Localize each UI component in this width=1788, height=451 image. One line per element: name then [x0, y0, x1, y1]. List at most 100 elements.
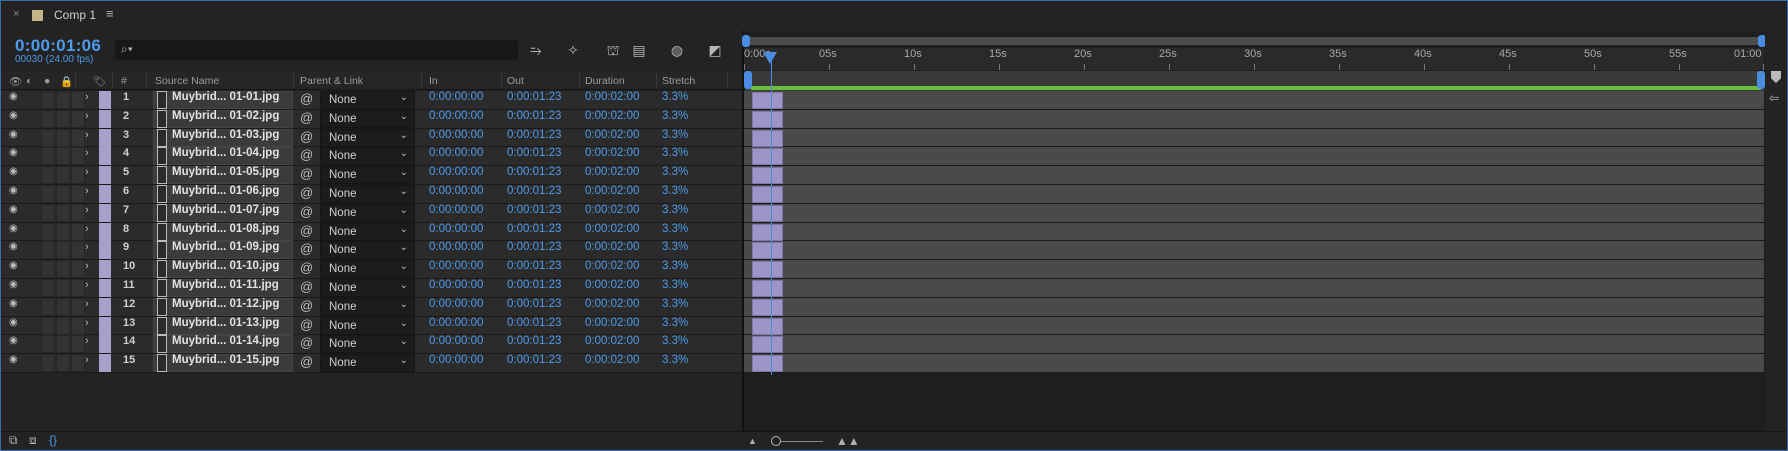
pick-whip-icon[interactable]: @ — [300, 147, 313, 165]
visibility-eye-icon[interactable]: ◉ — [9, 317, 23, 335]
solo-switch[interactable] — [56, 166, 70, 185]
layer-source-name[interactable]: Muybrid... 01-14.jpg — [172, 335, 279, 353]
layer-row[interactable]: ◉ › 12 Muybrid... 01-12.jpg @ None ⌄ 0:0… — [1, 297, 742, 317]
parent-dropdown[interactable]: None ⌄ — [320, 241, 415, 260]
layer-stretch[interactable]: 3.3% — [662, 91, 688, 109]
audio-switch[interactable] — [41, 297, 55, 316]
lock-switch[interactable] — [71, 91, 85, 109]
lock-switch[interactable] — [71, 184, 85, 203]
layer-duration[interactable]: 0:00:02:00 — [585, 129, 639, 147]
layer-source-name[interactable]: Muybrid... 01-11.jpg — [172, 279, 279, 297]
layer-stretch[interactable]: 3.3% — [662, 260, 688, 278]
draft-3d-icon[interactable]: ✧ — [562, 40, 584, 60]
work-area-bar[interactable] — [751, 86, 1761, 90]
audio-switch[interactable] — [41, 166, 55, 185]
pick-whip-icon[interactable]: @ — [300, 204, 313, 222]
label-color-chip[interactable] — [99, 260, 111, 279]
audio-switch[interactable] — [41, 184, 55, 203]
solo-header-icon[interactable]: ● — [44, 75, 50, 87]
layer-in-time[interactable]: 0:00:00:00 — [429, 166, 483, 184]
pick-whip-icon[interactable]: @ — [300, 223, 313, 241]
current-time-indicator-head[interactable] — [763, 52, 777, 64]
layer-out-time[interactable]: 0:00:01:23 — [507, 241, 561, 259]
layer-duration-bar[interactable] — [752, 317, 783, 335]
navigator-start-handle[interactable] — [742, 35, 750, 47]
visibility-eye-icon[interactable]: ◉ — [9, 260, 23, 278]
lock-switch[interactable] — [71, 241, 85, 260]
layer-search-input[interactable]: ⌕▾ — [115, 40, 518, 60]
parent-dropdown[interactable]: None ⌄ — [320, 91, 415, 109]
parent-dropdown[interactable]: None ⌄ — [320, 222, 415, 241]
pick-whip-icon[interactable]: @ — [300, 185, 313, 203]
current-time-display[interactable]: 0:00:01:06 — [15, 36, 101, 56]
layer-out-time[interactable]: 0:00:01:23 — [507, 166, 561, 184]
solo-switch[interactable] — [56, 297, 70, 316]
layer-row[interactable]: ◉ › 3 Muybrid... 01-03.jpg @ None ⌄ 0:00… — [1, 128, 742, 148]
layer-source-name[interactable]: Muybrid... 01-03.jpg — [172, 129, 279, 147]
audio-switch[interactable] — [41, 335, 55, 354]
out-header[interactable]: Out — [507, 75, 524, 87]
chevron-right-icon[interactable]: › — [85, 241, 89, 259]
layer-source-name[interactable]: Muybrid... 01-10.jpg — [172, 260, 279, 278]
in-header[interactable]: In — [429, 75, 438, 87]
comp-marker-bin-icon[interactable] — [1771, 71, 1781, 83]
layer-stretch[interactable]: 3.3% — [662, 317, 688, 335]
layer-out-time[interactable]: 0:00:01:23 — [507, 354, 561, 372]
parent-dropdown[interactable]: None ⌄ — [320, 316, 415, 335]
layer-duration-bar[interactable] — [752, 110, 783, 128]
solo-switch[interactable] — [56, 260, 70, 279]
layer-row[interactable]: ◉ › 15 Muybrid... 01-15.jpg @ None ⌄ 0:0… — [1, 354, 742, 373]
label-color-chip[interactable] — [99, 91, 111, 109]
layer-source-name[interactable]: Muybrid... 01-08.jpg — [172, 223, 279, 241]
pick-whip-icon[interactable]: @ — [300, 129, 313, 147]
layer-row[interactable]: ◉ › 4 Muybrid... 01-04.jpg @ None ⌄ 0:00… — [1, 147, 742, 167]
source-name-header[interactable]: Source Name — [155, 75, 219, 87]
layer-stretch[interactable]: 3.3% — [662, 354, 688, 372]
parent-dropdown[interactable]: None ⌄ — [320, 354, 415, 373]
visibility-eye-icon[interactable]: ◉ — [9, 166, 23, 184]
parent-dropdown[interactable]: None ⌄ — [320, 335, 415, 354]
audio-switch[interactable] — [41, 278, 55, 297]
layer-stretch[interactable]: 3.3% — [662, 129, 688, 147]
layer-out-time[interactable]: 0:00:01:23 — [507, 110, 561, 128]
audio-switch[interactable] — [41, 91, 55, 109]
layer-duration[interactable]: 0:00:02:00 — [585, 260, 639, 278]
layer-row[interactable]: ◉ › 2 Muybrid... 01-02.jpg @ None ⌄ 0:00… — [1, 109, 742, 129]
layer-out-time[interactable]: 0:00:01:23 — [507, 335, 561, 353]
label-color-chip[interactable] — [99, 222, 111, 241]
pick-whip-icon[interactable]: @ — [300, 298, 313, 316]
chevron-right-icon[interactable]: › — [85, 204, 89, 222]
visibility-eye-icon[interactable]: ◉ — [9, 335, 23, 353]
visibility-eye-icon[interactable]: ◉ — [9, 91, 23, 109]
layer-source-name[interactable]: Muybrid... 01-09.jpg — [172, 241, 279, 259]
layer-source-name[interactable]: Muybrid... 01-07.jpg — [172, 204, 279, 222]
chevron-right-icon[interactable]: › — [85, 91, 89, 109]
layer-duration-bar[interactable] — [752, 129, 783, 147]
layer-in-time[interactable]: 0:00:00:00 — [429, 279, 483, 297]
layer-out-time[interactable]: 0:00:01:23 — [507, 317, 561, 335]
layer-duration[interactable]: 0:00:02:00 — [585, 241, 639, 259]
layer-stretch[interactable]: 3.3% — [662, 335, 688, 353]
pick-whip-icon[interactable]: @ — [300, 91, 313, 109]
layer-duration[interactable]: 0:00:02:00 — [585, 223, 639, 241]
pick-whip-icon[interactable]: @ — [300, 354, 313, 372]
visibility-eye-icon[interactable]: ◉ — [9, 204, 23, 222]
layer-duration[interactable]: 0:00:02:00 — [585, 335, 639, 353]
audio-switch[interactable] — [41, 316, 55, 335]
audio-switch[interactable] — [41, 241, 55, 260]
lock-switch[interactable] — [71, 278, 85, 297]
lock-switch[interactable] — [71, 203, 85, 222]
layer-stretch[interactable]: 3.3% — [662, 185, 688, 203]
label-color-chip[interactable] — [99, 241, 111, 260]
layer-in-time[interactable]: 0:00:00:00 — [429, 110, 483, 128]
layer-duration[interactable]: 0:00:02:00 — [585, 317, 639, 335]
lock-switch[interactable] — [71, 316, 85, 335]
parent-dropdown[interactable]: None ⌄ — [320, 260, 415, 279]
layer-duration-bar[interactable] — [752, 336, 783, 354]
layer-duration-bar[interactable] — [752, 223, 783, 241]
time-ruler[interactable]: 0:00s 05s 10s 15s 20s 25s 30s 35s 40s 45s 50s 55s 01… — [744, 48, 1764, 70]
pick-whip-icon[interactable]: @ — [300, 335, 313, 353]
work-area-start-handle[interactable] — [744, 71, 752, 89]
layer-out-time[interactable]: 0:00:01:23 — [507, 147, 561, 165]
solo-switch[interactable] — [56, 222, 70, 241]
